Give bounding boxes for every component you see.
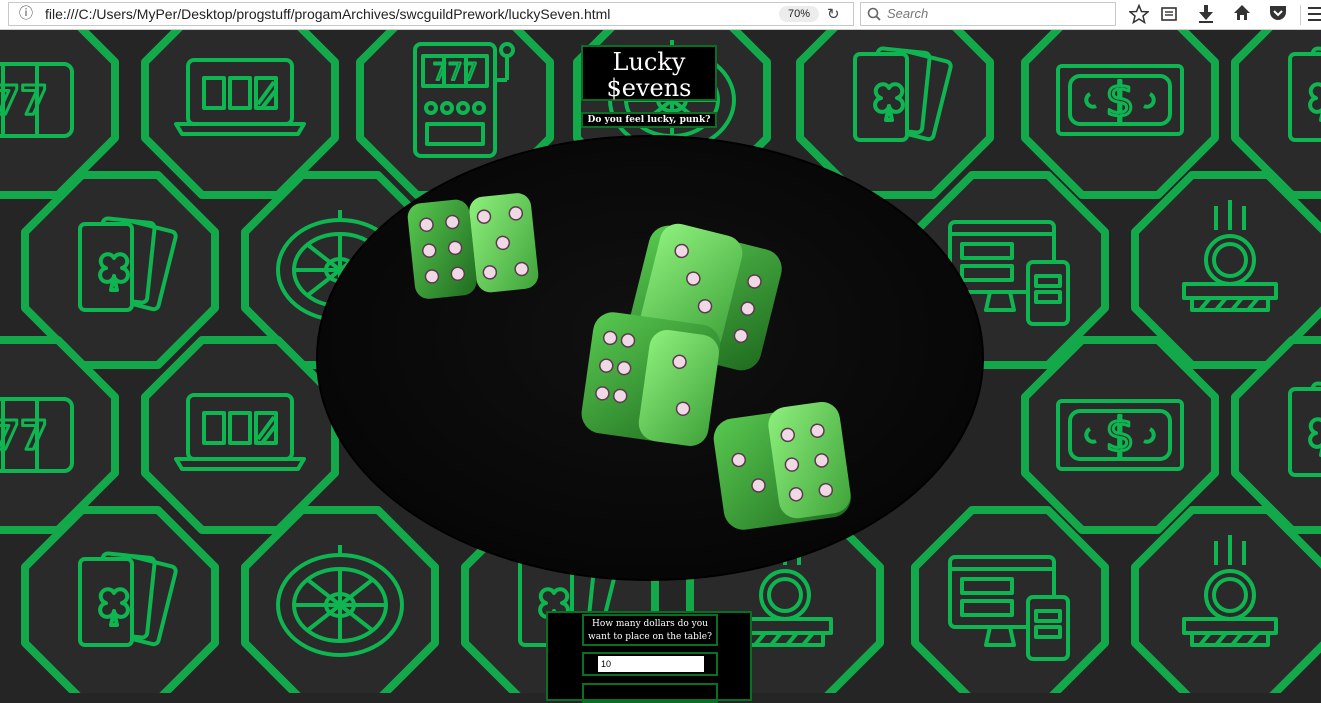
browser-toolbar: ⓘ file:///C:/Users/MyPer/Desktop/progstu…: [0, 0, 1321, 30]
reading-list-icon[interactable]: [1160, 5, 1178, 23]
zoom-indicator[interactable]: 70%: [779, 6, 819, 22]
menu-icon[interactable]: [1308, 6, 1321, 22]
bookmark-star-icon[interactable]: [1129, 4, 1149, 24]
bet-input-wrapper: [582, 652, 718, 676]
pocket-icon[interactable]: [1268, 4, 1288, 22]
page-title: Lucky $evens: [581, 45, 717, 101]
die-1: [407, 193, 539, 299]
url-bar[interactable]: ⓘ file:///C:/Users/MyPer/Desktop/progstu…: [8, 2, 854, 26]
search-icon: [867, 7, 881, 21]
dice-hero-image: [316, 135, 984, 581]
tagline: Do you feel lucky, punk?: [581, 112, 717, 128]
home-icon[interactable]: [1233, 4, 1251, 22]
search-bar[interactable]: Search: [860, 2, 1116, 26]
info-icon[interactable]: ⓘ: [19, 4, 33, 24]
die-4: [713, 401, 851, 530]
bet-amount-input[interactable]: [598, 656, 704, 672]
next-form-row: [582, 683, 718, 703]
bet-form: How many dollars do you want to place on…: [546, 611, 752, 703]
download-icon[interactable]: [1197, 4, 1215, 24]
die-3: [581, 312, 721, 446]
reload-icon[interactable]: ↻: [827, 4, 840, 24]
title-line-2: $evens: [606, 74, 692, 102]
toolbar-divider: [1300, 5, 1301, 25]
title-line-1: Lucky: [612, 48, 686, 76]
bet-question-label: How many dollars do you want to place on…: [582, 614, 718, 646]
search-placeholder: Search: [887, 6, 929, 21]
url-text[interactable]: file:///C:/Users/MyPer/Desktop/progstuff…: [45, 6, 610, 22]
